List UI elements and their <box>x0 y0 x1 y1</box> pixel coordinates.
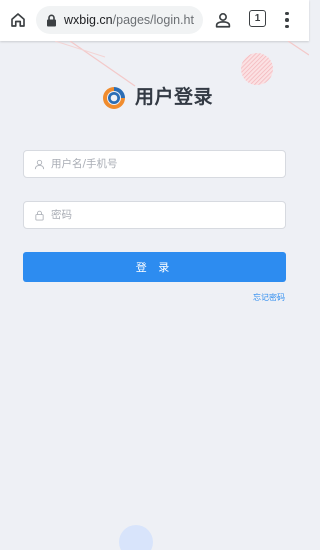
app-logo-icon <box>103 87 125 109</box>
home-icon[interactable] <box>6 8 30 32</box>
login-button[interactable]: 登 录 <box>23 252 286 282</box>
url-domain: wxbig.cn <box>64 13 113 27</box>
url-text: wxbig.cn/pages/login.ht <box>64 13 194 27</box>
decorative-circle-pink <box>241 53 273 85</box>
lock-icon <box>44 13 58 27</box>
password-input[interactable] <box>51 209 271 221</box>
url-path: /pages/login.ht <box>112 13 194 27</box>
forgot-password-link[interactable]: 忘记密码 <box>253 292 285 303</box>
decorative-circle-blue <box>119 525 153 550</box>
account-icon[interactable] <box>212 9 234 31</box>
username-field[interactable] <box>23 150 286 178</box>
page-title: 用户登录 <box>135 86 214 108</box>
username-input[interactable] <box>51 158 271 170</box>
more-menu-icon[interactable] <box>280 9 294 31</box>
tab-switcher-button[interactable]: 1 <box>249 10 266 27</box>
password-field[interactable] <box>23 201 286 229</box>
lock-icon <box>33 209 45 221</box>
address-bar[interactable]: wxbig.cn/pages/login.ht <box>36 6 203 34</box>
user-icon <box>33 158 45 170</box>
browser-toolbar: wxbig.cn/pages/login.ht 1 <box>0 0 309 41</box>
